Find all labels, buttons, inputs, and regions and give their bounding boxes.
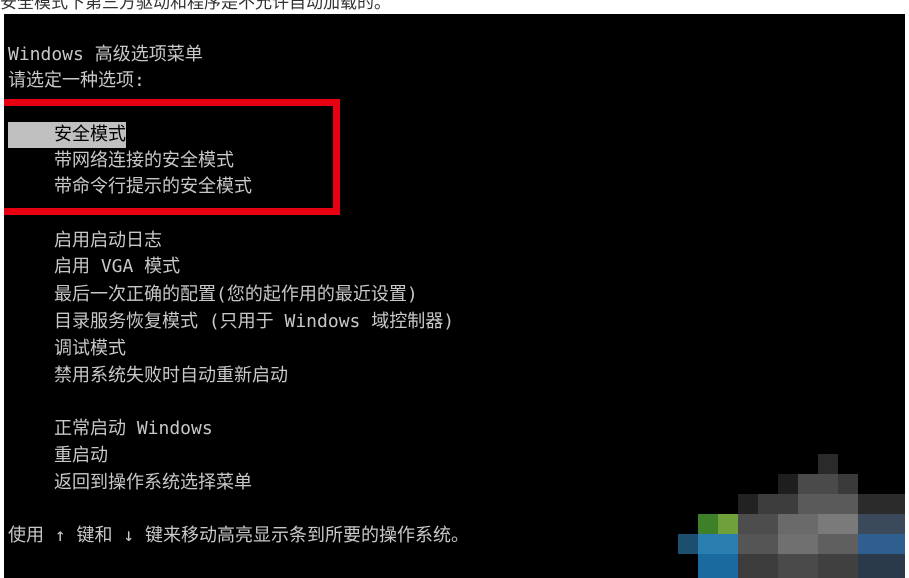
annotation-red-box — [4, 99, 340, 215]
menu-footer-hint: 使用 ↑ 键和 ↓ 键来移动高亮显示条到所要的操作系统。 — [8, 525, 470, 546]
menu-item-last-known-good[interactable]: 最后一次正确的配置(您的起作用的最近设置) — [54, 282, 418, 308]
page-caption: 安全模式下第三方驱动和程序是不允许自动加载的。 — [0, 0, 391, 10]
menu-item-boot-logging[interactable]: 启用启动日志 — [54, 228, 162, 254]
menu-prompt: 请选定一种选项: — [8, 70, 145, 91]
menu-item-disable-auto-restart[interactable]: 禁用系统失败时自动重新启动 — [54, 363, 288, 389]
menu-item-reboot[interactable]: 重启动 — [54, 443, 108, 469]
menu-item-directory-services-restore[interactable]: 目录服务恢复模式 (只用于 Windows 域控制器) — [54, 309, 454, 335]
pixelated-watermark — [678, 454, 905, 578]
menu-item-return-os-choices[interactable]: 返回到操作系统选择菜单 — [54, 470, 252, 496]
menu-title: Windows 高级选项菜单 — [8, 44, 203, 65]
menu-item-debugging-mode[interactable]: 调试模式 — [54, 336, 126, 362]
menu-item-vga-mode[interactable]: 启用 VGA 模式 — [54, 254, 180, 280]
boot-menu-console: Windows 高级选项菜单 请选定一种选项: 安全模式 带网络连接的安全模式 … — [4, 14, 905, 578]
menu-item-start-normally[interactable]: 正常启动 Windows — [54, 416, 213, 442]
